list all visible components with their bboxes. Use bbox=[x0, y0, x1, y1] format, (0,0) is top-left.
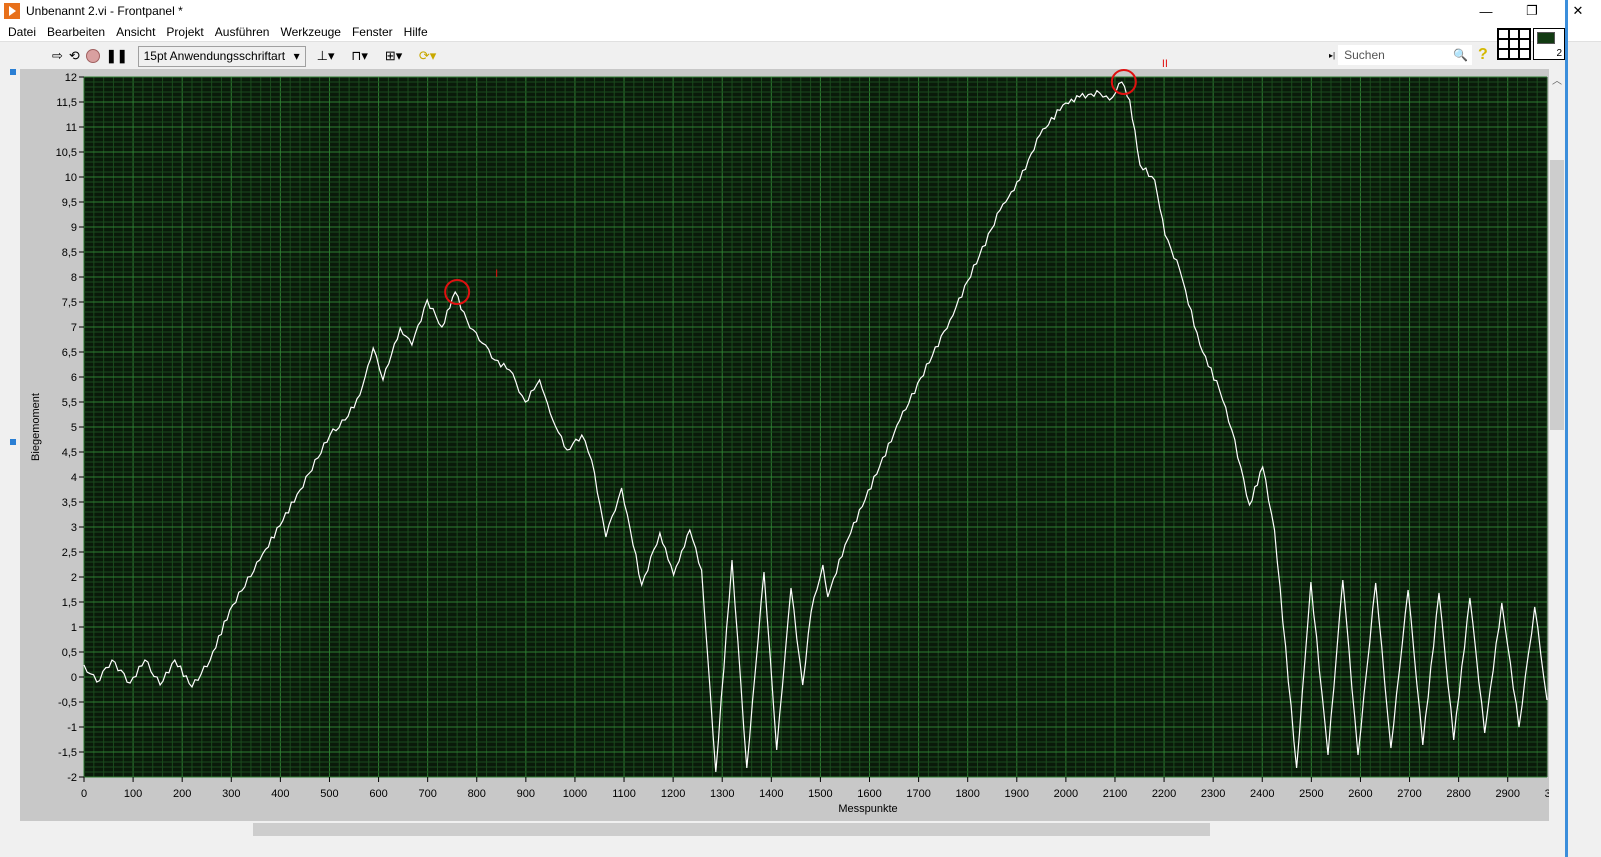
y-tick-label: 0 bbox=[71, 672, 77, 684]
x-tick-label: 2800 bbox=[1446, 788, 1470, 800]
y-axis: -2-1,5-1-0,500,511,522,533,544,555,566,5… bbox=[56, 72, 84, 784]
x-tick-label: 600 bbox=[369, 788, 387, 800]
y-tick-label: 0,5 bbox=[62, 647, 77, 659]
x-tick-label: 1000 bbox=[563, 788, 587, 800]
y-tick-label: 9,5 bbox=[62, 197, 77, 209]
y-tick-label: 5,5 bbox=[62, 397, 77, 409]
horizontal-scrollbar-thumb[interactable] bbox=[253, 823, 1210, 836]
y-tick-label: 5 bbox=[71, 422, 77, 434]
status-strip bbox=[0, 838, 1601, 857]
grid bbox=[83, 76, 1548, 778]
y-tick-label: 4 bbox=[71, 472, 77, 484]
x-tick-label: 2000 bbox=[1054, 788, 1078, 800]
x-tick-label: 100 bbox=[124, 788, 142, 800]
x-tick-label: 0 bbox=[81, 788, 87, 800]
x-tick-label: 1400 bbox=[759, 788, 783, 800]
y-tick-label: 7,5 bbox=[62, 297, 77, 309]
y-tick-label: -2 bbox=[67, 772, 77, 784]
annotation-label: II bbox=[1162, 58, 1168, 70]
y-tick-label: 4,5 bbox=[62, 447, 77, 459]
y-tick-label: 2 bbox=[71, 572, 77, 584]
x-tick-label: 900 bbox=[517, 788, 535, 800]
x-tick-label: 1600 bbox=[857, 788, 881, 800]
x-tick-label: 2700 bbox=[1397, 788, 1421, 800]
x-tick-label: 2300 bbox=[1201, 788, 1225, 800]
annotation-label: I bbox=[495, 268, 498, 280]
y-tick-label: -1 bbox=[67, 722, 77, 734]
y-tick-label: 3,5 bbox=[62, 497, 77, 509]
x-tick-label: 2900 bbox=[1495, 788, 1519, 800]
y-tick-label: -0,5 bbox=[58, 697, 77, 709]
x-axis-label: Messpunkte bbox=[838, 803, 898, 815]
y-tick-label: 2,5 bbox=[62, 547, 77, 559]
window-border bbox=[1565, 0, 1568, 857]
y-tick-label: 6 bbox=[71, 372, 77, 384]
y-tick-label: 11 bbox=[66, 122, 77, 134]
x-tick-label: 1300 bbox=[710, 788, 734, 800]
y-tick-label: 12 bbox=[65, 72, 77, 84]
x-tick-label: 2400 bbox=[1250, 788, 1274, 800]
y-tick-label: 1,5 bbox=[62, 597, 77, 609]
y-tick-label: 9 bbox=[71, 222, 77, 234]
x-tick-label: 400 bbox=[271, 788, 289, 800]
chart-plot[interactable]: 0 100 200 300 400 500 600 700 800 900 1000 1100 1200… bbox=[0, 0, 1601, 857]
y-tick-label: 1 bbox=[71, 622, 77, 634]
scroll-up-icon[interactable]: ︿ bbox=[1552, 72, 1562, 87]
x-tick-label: 1800 bbox=[955, 788, 979, 800]
y-tick-label: 10 bbox=[65, 172, 77, 184]
y-axis-label: Biegemoment bbox=[30, 393, 42, 461]
y-tick-label: 6,5 bbox=[62, 347, 77, 359]
x-tick-label: 300 bbox=[222, 788, 240, 800]
y-tick-label: -1,5 bbox=[58, 747, 77, 759]
x-tick-label: 500 bbox=[320, 788, 338, 800]
x-tick-label: 1100 bbox=[612, 788, 636, 800]
x-tick-label: 2600 bbox=[1348, 788, 1372, 800]
x-tick-label: 200 bbox=[173, 788, 191, 800]
y-tick-label: 3 bbox=[71, 522, 77, 534]
x-tick-label: 2200 bbox=[1152, 788, 1176, 800]
y-tick-label: 8 bbox=[71, 272, 77, 284]
x-tick-label: 1500 bbox=[808, 788, 832, 800]
y-tick-label: 7 bbox=[71, 322, 77, 334]
y-tick-label: 11,5 bbox=[56, 97, 77, 109]
x-tick-label: 2100 bbox=[1103, 788, 1127, 800]
x-tick-label: 1200 bbox=[661, 788, 685, 800]
x-tick-label: 1900 bbox=[1005, 788, 1029, 800]
y-tick-label: 8,5 bbox=[62, 247, 77, 259]
x-axis: 0 100 200 300 400 500 600 700 800 900 1000 1100 1200… bbox=[81, 777, 1558, 800]
vertical-scrollbar-thumb[interactable] bbox=[1550, 160, 1564, 430]
x-tick-label: 1700 bbox=[906, 788, 930, 800]
x-tick-label: 700 bbox=[418, 788, 436, 800]
x-tick-label: 800 bbox=[468, 788, 486, 800]
y-tick-label: 10,5 bbox=[56, 147, 77, 159]
x-tick-label: 2500 bbox=[1299, 788, 1323, 800]
